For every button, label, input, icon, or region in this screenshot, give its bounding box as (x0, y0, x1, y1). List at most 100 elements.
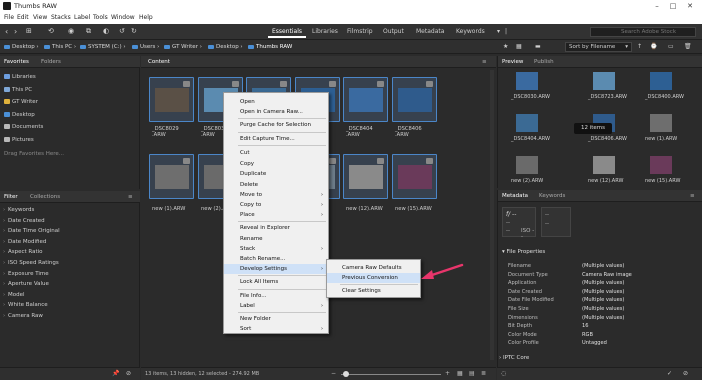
slider-handle[interactable] (343, 371, 349, 377)
rotate-right-icon[interactable]: ↻ (131, 27, 137, 35)
workspace-metadata[interactable]: Metadata (412, 26, 448, 38)
content-menu-icon[interactable]: ≡ (482, 59, 487, 65)
filter-item[interactable]: ISO Speed Ratings (0, 258, 139, 269)
history-icon[interactable]: ⟲ (48, 27, 54, 35)
filter-item[interactable]: Aspect Ratio (0, 247, 139, 258)
metadata-menu-icon[interactable]: ≡ (690, 193, 695, 199)
submenu-item-clear-settings[interactable]: Clear Settings (327, 286, 420, 296)
preview-thumbnail[interactable] (650, 72, 672, 90)
details-view-icon[interactable]: ▤ (469, 370, 475, 377)
back-icon[interactable]: ‹ (5, 27, 8, 36)
maximize-button[interactable]: □ (667, 1, 679, 11)
workspace-essentials[interactable]: Essentials (268, 26, 307, 38)
sort-dropdown[interactable]: Sort by Filename ▾ (565, 42, 632, 52)
preview-thumbnail[interactable] (593, 72, 615, 90)
open-recent-icon[interactable]: ⌚ (650, 43, 657, 50)
menu-item-cut[interactable]: Cut (224, 148, 328, 158)
thumbnail[interactable] (343, 154, 388, 199)
filter-item[interactable]: Aperture Value (0, 279, 139, 290)
menu-view[interactable]: View (33, 14, 47, 21)
preview-thumbnail[interactable] (593, 156, 615, 174)
camera-icon[interactable]: ◉ (68, 27, 74, 35)
thumbnail[interactable] (149, 154, 194, 199)
breadcrumb-desktop[interactable]: Desktop › (4, 44, 39, 50)
thumbnail[interactable] (392, 154, 437, 199)
thumbnail[interactable] (149, 77, 194, 122)
preview-thumbnail[interactable] (516, 156, 538, 174)
menu-item-edit-capture-time[interactable]: Edit Capture Time... (224, 134, 328, 144)
tab-folders[interactable]: Folders (41, 59, 61, 65)
preview-thumbnail[interactable] (650, 156, 672, 174)
menu-item-label[interactable]: Label › (224, 301, 328, 311)
new-folder-icon[interactable]: ▬ (535, 43, 541, 50)
menu-item-rename[interactable]: Rename (224, 234, 328, 244)
workspace-filmstrip[interactable]: Filmstrip (343, 26, 377, 38)
star-filter-icon[interactable]: ★ (503, 43, 508, 50)
tab-preview[interactable]: Preview (502, 59, 523, 65)
filter-item[interactable]: Date Time Original (0, 226, 139, 237)
menu-item-duplicate[interactable]: Duplicate (224, 169, 328, 179)
breadcrumb-users[interactable]: Users › (132, 44, 159, 50)
folder-open-icon[interactable]: ▭ (668, 43, 674, 50)
menu-tools[interactable]: Tools (93, 14, 108, 21)
minimize-button[interactable]: – (651, 1, 663, 11)
favorite-item[interactable]: Desktop (0, 110, 139, 120)
list-view-icon[interactable]: ≣ (481, 370, 486, 377)
clear-filter-icon[interactable]: ⊘ (126, 370, 131, 377)
cancel-icon[interactable]: ⊘ (683, 370, 688, 377)
favorite-item[interactable]: Documents (0, 122, 139, 132)
tab-content[interactable]: Content (148, 59, 170, 65)
filter-item[interactable]: Keywords (0, 205, 139, 216)
menu-item-open-in-camera-raw[interactable]: Open in Camera Raw... (224, 107, 328, 117)
menu-item-copy-to[interactable]: Copy to › (224, 200, 328, 210)
menu-item-open[interactable]: Open (224, 97, 328, 107)
filter-item[interactable]: Date Modified (0, 237, 139, 248)
thumbnail[interactable] (392, 77, 437, 122)
menu-item-copy[interactable]: Copy (224, 159, 328, 169)
trash-icon[interactable]: 🗑 (684, 43, 692, 50)
menu-item-move-to[interactable]: Move to › (224, 190, 328, 200)
breadcrumb-this-pc[interactable]: This PC › (44, 44, 76, 50)
menu-item-stack[interactable]: Stack › (224, 244, 328, 254)
filter-item[interactable]: Model (0, 290, 139, 301)
refine-icon[interactable]: ⧉ (86, 27, 91, 36)
recent-icon[interactable]: ⊞ (26, 27, 32, 35)
panel-menu-icon[interactable]: ≡ (128, 194, 133, 200)
favorite-item[interactable]: GT Writer (0, 97, 139, 107)
menu-item-purge-cache-for-selection[interactable]: Purge Cache for Selection (224, 120, 328, 130)
close-button[interactable]: ✕ (684, 1, 696, 11)
tab-filter[interactable]: Filter (4, 194, 18, 200)
breadcrumb-desktop-2[interactable]: Desktop › (208, 44, 243, 50)
zoom-out-icon[interactable]: − (331, 370, 336, 377)
zoom-in-icon[interactable]: + (445, 370, 450, 377)
menu-item-delete[interactable]: Delete (224, 180, 328, 190)
breadcrumb-system[interactable]: SYSTEM (C:) › (80, 44, 126, 50)
workspace-keywords[interactable]: Keywords (452, 26, 489, 38)
tab-metadata[interactable]: Metadata (502, 193, 528, 199)
menu-label[interactable]: Label (74, 14, 90, 21)
workspace-menu-icon[interactable]: ▾ (497, 28, 500, 35)
search-input[interactable]: Search Adobe Stock (590, 27, 696, 37)
menu-item-batch-rename[interactable]: Batch Rename... (224, 254, 328, 264)
menu-item-new-folder[interactable]: New Folder (224, 314, 328, 324)
forward-icon[interactable]: › (14, 27, 17, 36)
rotate-left-icon[interactable]: ↺ (119, 27, 125, 35)
menu-file[interactable]: File (4, 14, 14, 21)
content-scrollbar[interactable] (490, 70, 494, 360)
breadcrumb-gt-writer[interactable]: GT Writer › (164, 44, 202, 50)
favorite-item[interactable]: Pictures (0, 135, 139, 145)
thumbnail[interactable] (343, 77, 388, 122)
open-in-camera-raw-icon[interactable]: ◐ (103, 27, 109, 35)
menu-item-file-info[interactable]: File Info... (224, 291, 328, 301)
save-icon[interactable]: ✓ (667, 370, 672, 377)
view-options-icon[interactable]: ▦ (516, 43, 522, 50)
tab-favorites[interactable]: Favorites (4, 59, 29, 65)
menu-item-develop-settings[interactable]: Develop Settings › (224, 263, 328, 274)
pin-icon[interactable]: 📌 (112, 370, 119, 377)
file-properties-header[interactable]: ▾ File Properties (502, 249, 545, 255)
filter-item[interactable]: Exposure Time (0, 269, 139, 280)
iptc-core-header[interactable]: › IPTC Core (499, 355, 529, 361)
tab-keywords[interactable]: Keywords (539, 193, 565, 199)
menu-item-sort[interactable]: Sort › (224, 324, 328, 334)
thumbnail-size-slider[interactable] (341, 374, 441, 375)
